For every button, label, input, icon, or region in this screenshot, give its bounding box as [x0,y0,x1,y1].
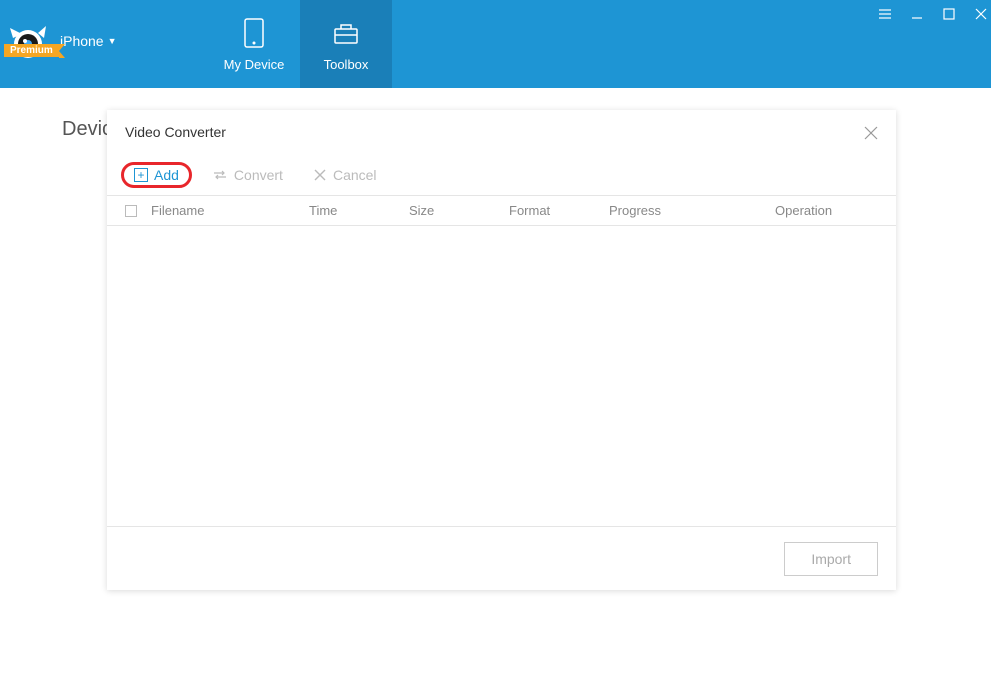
device-selector[interactable]: iPhone ▼ [60,33,117,49]
menu-icon[interactable] [875,6,895,27]
table-body [107,226,896,526]
logo-section: iPhone ▼ Premium [0,0,208,88]
plus-icon: + [134,168,148,182]
modal-titlebar: Video Converter [107,110,896,154]
col-filename: Filename [151,203,309,218]
toolbox-icon [330,17,362,49]
modal-footer: Import [107,526,896,590]
cancel-button[interactable]: Cancel [303,163,387,187]
select-all-checkbox[interactable] [125,205,151,217]
video-converter-modal: Video Converter + Add Convert Cancel Fil… [107,110,896,590]
close-icon[interactable] [971,6,991,27]
tablet-icon [238,17,270,49]
import-button[interactable]: Import [784,542,878,576]
premium-badge: Premium [4,44,59,57]
convert-label: Convert [234,167,283,183]
add-button[interactable]: + Add [121,162,192,188]
caret-down-icon: ▼ [108,36,117,46]
nav-tab-my-device[interactable]: My Device [208,0,300,88]
minimize-icon[interactable] [907,6,927,27]
col-size: Size [409,203,509,218]
nav-tab-label: My Device [224,57,285,72]
maximize-icon[interactable] [939,6,959,27]
col-time: Time [309,203,409,218]
modal-title: Video Converter [125,124,226,140]
col-operation: Operation [775,203,878,218]
nav-tab-toolbox[interactable]: Toolbox [300,0,392,88]
app-header: iPhone ▼ Premium My Device Toolbox [0,0,991,88]
modal-toolbar: + Add Convert Cancel [107,154,896,196]
add-label: Add [154,167,179,183]
window-controls [875,0,991,33]
nav-tab-label: Toolbox [324,57,369,72]
col-progress: Progress [609,203,775,218]
convert-button[interactable]: Convert [202,163,293,187]
x-icon [313,168,327,182]
table-header: Filename Time Size Format Progress Opera… [107,196,896,226]
col-format: Format [509,203,609,218]
convert-icon [212,167,228,183]
cancel-label: Cancel [333,167,377,183]
device-label-text: iPhone [60,33,104,49]
close-icon[interactable] [862,124,880,142]
